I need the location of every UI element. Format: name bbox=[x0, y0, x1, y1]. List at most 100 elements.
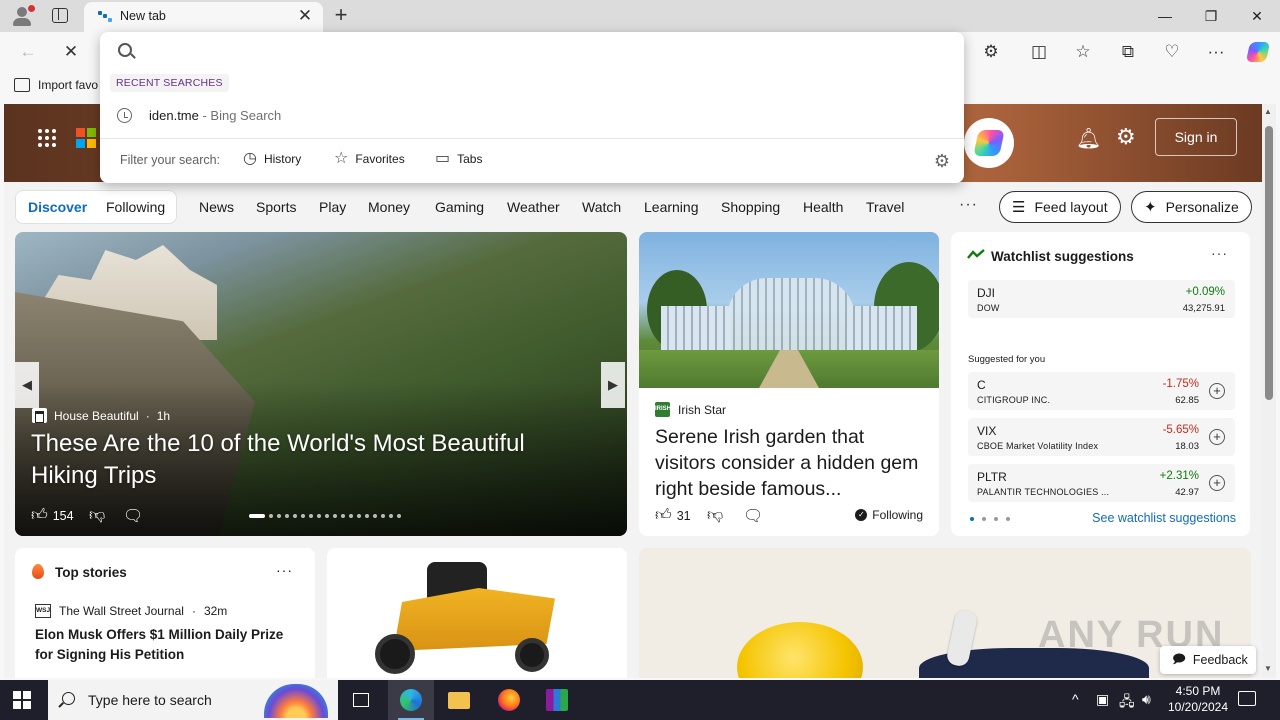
settings-more-button[interactable]: ··· bbox=[1201, 38, 1231, 66]
stock-price: 42.97 bbox=[1175, 487, 1199, 498]
tab-discover[interactable]: Discover bbox=[28, 199, 87, 215]
nav-play[interactable]: Play bbox=[319, 199, 346, 215]
taskbar-winrar[interactable] bbox=[534, 680, 580, 720]
story-headline[interactable]: Elon Musk Offers $1 Million Daily Prize … bbox=[35, 625, 295, 665]
tab-new-tab[interactable]: New tab ✕ bbox=[84, 2, 323, 32]
volume-icon[interactable]: 🔊︎ bbox=[1142, 691, 1151, 708]
comment-button[interactable]: 🗨︎ bbox=[123, 506, 143, 526]
nav-learning[interactable]: Learning bbox=[644, 199, 699, 215]
page-settings-gear-icon[interactable]: ⚙ bbox=[1116, 124, 1136, 150]
add-to-watchlist-button[interactable]: + bbox=[1209, 475, 1225, 491]
taskbar-file-explorer[interactable] bbox=[436, 680, 482, 720]
nav-money[interactable]: Money bbox=[368, 199, 410, 215]
scroll-down-icon[interactable]: ▼ bbox=[1264, 664, 1272, 673]
favorites-icon[interactable]: ☆ bbox=[1068, 38, 1098, 66]
folder-icon bbox=[448, 692, 470, 709]
sign-in-button[interactable]: Sign in bbox=[1155, 118, 1237, 156]
profile-avatar-icon[interactable] bbox=[10, 5, 35, 27]
nav-gaming[interactable]: Gaming bbox=[435, 199, 484, 215]
notification-center-icon[interactable] bbox=[1238, 691, 1256, 706]
nav-travel[interactable]: Travel bbox=[866, 199, 904, 215]
stock-row-dji[interactable]: DJI DOW +0.09% 43,275.91 bbox=[968, 280, 1235, 318]
add-to-watchlist-button[interactable]: + bbox=[1209, 383, 1225, 399]
taskbar-firefox[interactable] bbox=[486, 680, 532, 720]
carousel-next-button[interactable]: ▶ bbox=[601, 362, 625, 408]
taskbar-clock[interactable]: 4:50 PM 10/20/2024 bbox=[1160, 683, 1236, 715]
personalize-button[interactable]: ✦ Personalize bbox=[1131, 191, 1252, 223]
tab-following[interactable]: Following bbox=[106, 199, 165, 215]
page-scrollbar[interactable]: ▲ ▼ bbox=[1262, 104, 1276, 678]
nav-news[interactable]: News bbox=[199, 199, 234, 215]
copilot-sidebar-icon[interactable] bbox=[1243, 38, 1273, 66]
notifications-bell-icon[interactable]: 🔔︎ bbox=[1076, 126, 1101, 151]
address-input[interactable] bbox=[144, 38, 924, 64]
network-icon[interactable]: 🖧︎ bbox=[1119, 691, 1135, 715]
show-hidden-icons-button[interactable]: ^ bbox=[1072, 691, 1079, 707]
copilot-button[interactable] bbox=[964, 118, 1014, 168]
article-card[interactable]: IRISH Irish Star Serene Irish garden tha… bbox=[639, 232, 939, 536]
tab-actions-icon[interactable] bbox=[52, 8, 68, 23]
suggestion-item[interactable]: iden.tme - Bing Search bbox=[100, 100, 964, 132]
watchlist-card: Watchlist suggestions ··· DJI DOW +0.09%… bbox=[951, 232, 1250, 536]
device-icon[interactable]: ▣ bbox=[1096, 691, 1109, 708]
nav-more-button[interactable]: ··· bbox=[959, 196, 978, 214]
new-tab-button[interactable]: + bbox=[330, 4, 352, 26]
article-title[interactable]: Serene Irish garden that visitors consid… bbox=[655, 424, 925, 502]
nav-weather[interactable]: Weather bbox=[507, 199, 560, 215]
filter-tabs-button[interactable]: ▭ Tabs bbox=[435, 151, 482, 167]
task-view-button[interactable] bbox=[338, 680, 384, 720]
see-watchlist-link[interactable]: See watchlist suggestions bbox=[1092, 511, 1236, 525]
watchlist-title: Watchlist suggestions bbox=[991, 249, 1134, 264]
hero-article-card[interactable]: ◀ ▶ House Beautiful · 1h These Are the 10 … bbox=[15, 232, 627, 536]
nav-watch[interactable]: Watch bbox=[582, 199, 621, 215]
search-icon bbox=[62, 692, 75, 705]
carousel-dots[interactable] bbox=[249, 514, 401, 518]
like-button[interactable]: 👍︎ 154 bbox=[31, 506, 74, 525]
minimize-button[interactable]: — bbox=[1142, 0, 1188, 32]
nav-shopping[interactable]: Shopping bbox=[721, 199, 780, 215]
browser-essentials-icon[interactable]: ♡ bbox=[1157, 38, 1187, 66]
comment-button[interactable]: 🗨︎ bbox=[743, 506, 763, 526]
taskbar-edge[interactable] bbox=[388, 680, 434, 720]
taskbar-search-box[interactable]: Type here to search bbox=[48, 680, 338, 720]
feedback-icon: 🗩︎ bbox=[1172, 651, 1186, 666]
stock-row-vix[interactable]: VIX CBOE Market Volatility Index -5.65% … bbox=[968, 418, 1235, 456]
watchlist-more-button[interactable]: ··· bbox=[1211, 245, 1228, 261]
maximize-button[interactable]: ❐ bbox=[1188, 0, 1234, 32]
clock-time: 4:50 PM bbox=[1175, 684, 1221, 698]
close-window-button[interactable]: ✕ bbox=[1234, 0, 1280, 32]
tab-close-icon[interactable]: ✕ bbox=[295, 6, 315, 26]
stock-row-pltr[interactable]: PLTR PALANTIR TECHNOLOGIES ... +2.31% 42… bbox=[968, 464, 1235, 502]
like-button[interactable]: 👍︎ 31 bbox=[655, 506, 691, 525]
back-button[interactable]: ← bbox=[13, 38, 43, 66]
feedback-button[interactable]: 🗩︎ Feedback bbox=[1160, 646, 1256, 674]
ad-card-mower[interactable] bbox=[327, 548, 627, 678]
feed-layout-button[interactable]: ☰ Feed layout bbox=[999, 191, 1121, 223]
following-badge[interactable]: ✓ Following bbox=[855, 508, 923, 522]
scrollbar-thumb[interactable] bbox=[1265, 126, 1273, 400]
scroll-up-icon[interactable]: ▲ bbox=[1264, 107, 1272, 116]
filter-favorites-button[interactable]: ☆ Favorites bbox=[334, 151, 405, 167]
stop-loading-button[interactable]: ✕ bbox=[56, 38, 86, 66]
hero-title[interactable]: These Are the 10 of the World's Most Bea… bbox=[31, 428, 591, 492]
dislike-button[interactable]: 👎︎ bbox=[707, 506, 723, 525]
split-screen-icon[interactable]: ◫ bbox=[1024, 38, 1054, 66]
import-favorites-button[interactable]: Import favo bbox=[14, 78, 98, 92]
filter-history-button[interactable]: ◷ History bbox=[243, 151, 301, 167]
stock-row-c[interactable]: C CITIGROUP INC. -1.75% 62.85 bbox=[968, 372, 1235, 410]
watchlist-pager-dots[interactable] bbox=[970, 517, 1010, 521]
nav-sports[interactable]: Sports bbox=[256, 199, 296, 215]
add-to-watchlist-button[interactable]: + bbox=[1209, 429, 1225, 445]
recent-searches-label: RECENT SEARCHES bbox=[110, 74, 229, 92]
history-icon: ◷ bbox=[243, 150, 257, 167]
extensions-icon[interactable]: ⚙ bbox=[976, 38, 1006, 66]
top-stories-more-button[interactable]: ··· bbox=[276, 562, 293, 578]
app-launcher-icon[interactable] bbox=[38, 129, 56, 147]
gear-icon[interactable]: ⚙ bbox=[934, 151, 950, 172]
nav-health[interactable]: Health bbox=[803, 199, 843, 215]
new-tab-page: 🔔︎ ⚙ Sign in Discover Following News Spo… bbox=[4, 104, 1262, 678]
collections-icon[interactable]: ⧉ bbox=[1113, 38, 1143, 66]
carousel-prev-button[interactable]: ◀ bbox=[15, 362, 39, 408]
dislike-button[interactable]: 👎︎ bbox=[89, 506, 105, 525]
windows-start-icon[interactable] bbox=[13, 691, 31, 709]
